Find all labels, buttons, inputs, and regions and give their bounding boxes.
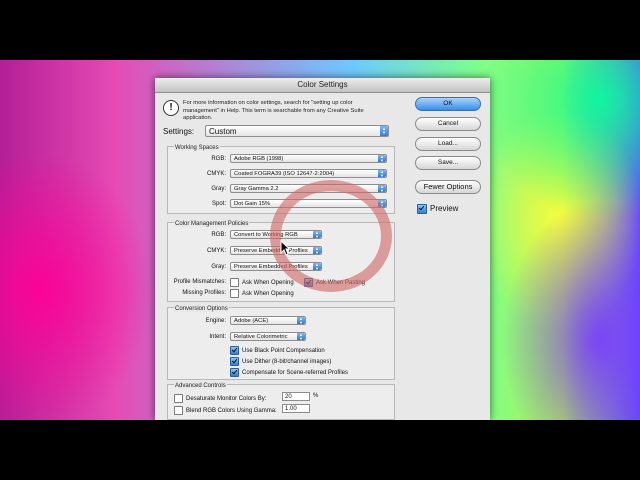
cmyk-working-select[interactable]: Coated FOGRA39 (ISO 12647-2:2004) ▲ ▼ <box>230 169 387 178</box>
settings-select[interactable]: Custom ▲ ▼ <box>205 125 389 137</box>
preview-label: Preview <box>430 204 459 214</box>
engine-label: Engine: <box>205 318 226 324</box>
save-button[interactable]: Save... <box>415 156 481 170</box>
checkbox-checked-icon <box>230 346 239 355</box>
black-point-label: Use Black Point Compensation <box>242 348 325 355</box>
gray-label: Gray: <box>211 186 226 192</box>
settings-value: Custom <box>209 127 237 136</box>
profile-mismatches-label: Profile Mismatches: <box>173 279 226 285</box>
popup-arrows-icon: ▲ ▼ <box>297 317 305 324</box>
scene-referred-checkbox[interactable]: Compensate for Scene-referred Profiles <box>230 368 348 377</box>
dither-checkbox[interactable]: Use Dither (8-bit/channel images) <box>230 357 331 366</box>
black-point-checkbox[interactable]: Use Black Point Compensation <box>230 346 325 355</box>
engine-value: Adobe (ACE) <box>234 318 269 324</box>
cancel-button[interactable]: Cancel <box>415 117 481 131</box>
checkbox-checked-icon <box>417 204 427 214</box>
cmyk-label: CMYK: <box>206 171 226 177</box>
checkbox-icon <box>230 289 239 298</box>
engine-select[interactable]: Adobe (ACE) ▲ ▼ <box>230 316 306 325</box>
policy-cmyk-label: CMYK: <box>206 248 226 254</box>
checkbox-icon <box>174 406 183 415</box>
annotation-ring <box>270 180 392 292</box>
working-spaces-title: Working Spaces <box>174 145 220 151</box>
checkbox-icon <box>174 394 183 403</box>
load-button[interactable]: Load... <box>415 137 481 151</box>
popup-arrows-icon: ▲ ▼ <box>378 185 386 192</box>
scene-referred-label: Compensate for Scene-referred Profiles <box>242 370 349 377</box>
policy-gray-label: Gray: <box>211 264 226 270</box>
info-icon: ! <box>163 100 179 116</box>
fewer-options-button[interactable]: Fewer Options <box>415 180 481 194</box>
desaturate-input[interactable]: 20 <box>282 392 310 401</box>
dither-label: Use Dither (8-bit/channel images) <box>242 359 332 366</box>
spot-working-value: Dot Gain 15% <box>234 201 271 207</box>
intent-value: Relative Colorimetric <box>234 334 288 340</box>
popup-arrows-icon: ▲ ▼ <box>380 126 388 136</box>
conversion-title: Conversion Options <box>174 306 229 312</box>
desaturate-label: Desaturate Monitor Colors By: <box>186 396 267 403</box>
missing-profiles-label: Missing Profiles: <box>182 290 226 296</box>
policies-title: Color Management Policies <box>174 221 250 227</box>
missing-ask-opening-checkbox[interactable]: Ask When Opening <box>230 289 294 298</box>
rgb-label: RGB: <box>211 156 226 162</box>
blend-gamma-label: Blend RGB Colors Using Gamma: <box>186 408 277 415</box>
advanced-title: Advanced Controls <box>174 383 227 389</box>
spot-label: Spot: <box>211 201 226 207</box>
intent-label: Intent: <box>209 334 226 340</box>
missing-ask-opening-label: Ask When Opening <box>242 291 294 298</box>
conversion-group: Conversion Options Engine: Adobe (ACE) ▲… <box>167 306 395 380</box>
button-column: OK Cancel Load... Save... Fewer Options … <box>415 97 485 247</box>
mismatch-ask-opening-checkbox[interactable]: Ask When Opening <box>230 278 294 287</box>
ok-button[interactable]: OK <box>415 97 481 111</box>
settings-label: Settings: <box>163 127 195 136</box>
desaturate-unit: % <box>313 393 319 399</box>
intent-select[interactable]: Relative Colorimetric ▲ ▼ <box>230 332 306 341</box>
gray-working-value: Gray Gamma 2.2 <box>234 186 279 192</box>
desaturate-checkbox[interactable]: Desaturate Monitor Colors By: <box>174 394 266 403</box>
popup-arrows-icon: ▲ ▼ <box>297 333 305 340</box>
popup-arrows-icon: ▲ ▼ <box>378 155 386 162</box>
dialog-title: Color Settings <box>155 78 490 93</box>
checkbox-checked-icon <box>230 357 239 366</box>
rgb-working-select[interactable]: Adobe RGB (1998) ▲ ▼ <box>230 154 387 163</box>
preview-checkbox[interactable]: Preview <box>417 204 458 214</box>
policy-rgb-label: RGB: <box>211 232 226 238</box>
rgb-working-value: Adobe RGB (1998) <box>234 156 284 162</box>
arrow-cursor-icon <box>280 240 290 256</box>
advanced-group: Advanced Controls Desaturate Monitor Col… <box>167 383 395 420</box>
info-text: For more information on color settings, … <box>183 100 364 121</box>
blend-gamma-checkbox[interactable]: Blend RGB Colors Using Gamma: <box>174 406 277 415</box>
ask-opening-label: Ask When Opening <box>242 280 294 287</box>
popup-arrows-icon: ▲ ▼ <box>378 170 386 177</box>
blend-gamma-input[interactable]: 1.00 <box>282 404 310 413</box>
checkbox-checked-icon <box>230 368 239 377</box>
cmyk-working-value: Coated FOGRA39 (ISO 12647-2:2004) <box>234 171 335 177</box>
checkbox-icon <box>230 278 239 287</box>
